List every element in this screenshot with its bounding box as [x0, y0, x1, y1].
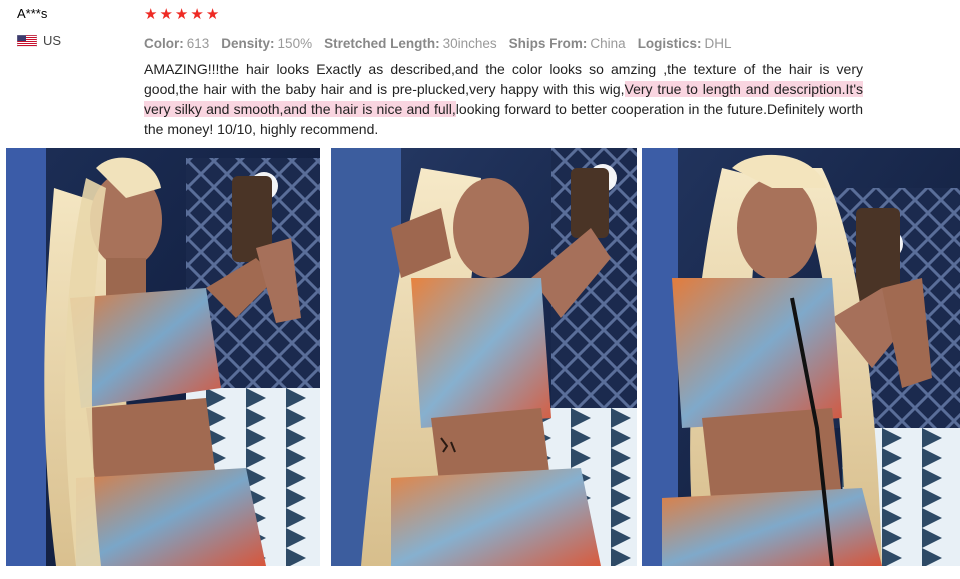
attr-length: Stretched Length: 30inches	[324, 36, 497, 51]
star-icon: ★	[159, 5, 173, 23]
attr-logistics: Logistics: DHL	[637, 36, 732, 51]
review-text: AMAZING!!!the hair looks Exactly as desc…	[144, 59, 863, 139]
star-icon: ★	[205, 5, 220, 23]
us-flag-icon	[16, 34, 38, 47]
review-photo-1[interactable]	[6, 148, 320, 566]
star-icon: ★	[190, 5, 204, 23]
attr-ships-from: Ships From: China	[508, 36, 626, 51]
reviewer-info: A***s US	[16, 6, 127, 48]
country-code: US	[43, 33, 62, 48]
star-rating: ★ ★ ★ ★ ★	[144, 5, 219, 23]
review-photo-2[interactable]	[331, 148, 637, 566]
review-photo-3[interactable]	[642, 148, 960, 566]
reviewer-country: US	[16, 33, 127, 48]
order-attributes: Color: 613 Density: 150% Stretched Length:…	[144, 36, 731, 51]
reviewer-name: A***s	[17, 6, 48, 21]
attr-density: Density: 150%	[221, 36, 313, 51]
star-icon: ★	[144, 5, 158, 23]
attr-color: Color: 613	[144, 36, 210, 51]
star-icon: ★	[174, 5, 189, 23]
